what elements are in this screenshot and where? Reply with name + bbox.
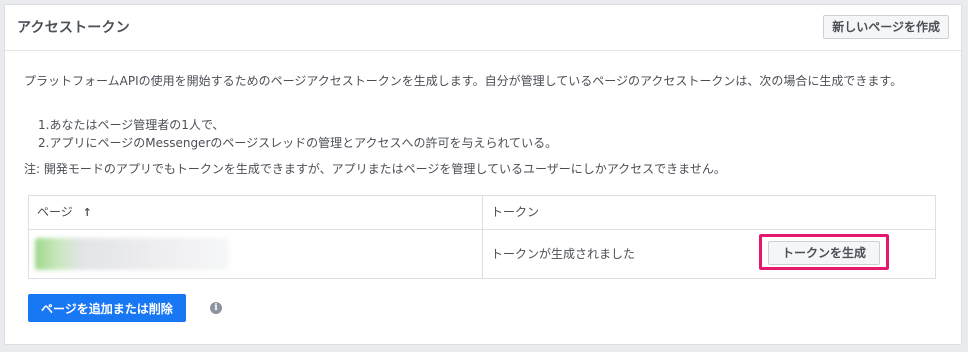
- column-header-page[interactable]: ページ ↑: [29, 196, 483, 229]
- add-remove-pages-button[interactable]: ページを追加または削除: [28, 294, 186, 322]
- highlight-annotation: トークンを生成: [759, 234, 889, 270]
- pages-token-table: ページ ↑ トークン トークンが生成されました トークンを生成: [28, 195, 936, 279]
- arrow-up-icon: ↑: [82, 206, 92, 219]
- panel-header: アクセストークン 新しいページを作成: [5, 5, 961, 51]
- page-cell: [29, 230, 483, 278]
- requirements-list: 1.あなたはページ管理者の1人で、 2.アプリにページのMessengerのペー…: [38, 116, 557, 152]
- note-text: 注: 開発モードのアプリでもトークンを生成できますが、アプリまたはページを管理し…: [24, 162, 726, 176]
- column-header-page-label: ページ: [37, 205, 73, 219]
- create-new-page-button[interactable]: 新しいページを作成: [823, 15, 949, 39]
- description-text: プラットフォームAPIの使用を開始するためのページアクセストークンを生成します。…: [24, 74, 903, 88]
- token-status: トークンが生成されました: [491, 247, 636, 261]
- table-header-row: ページ ↑ トークン: [29, 196, 935, 230]
- column-header-token: トークン: [491, 205, 540, 219]
- page-name-blurred: [35, 238, 229, 270]
- generate-token-button[interactable]: トークンを生成: [768, 241, 880, 265]
- requirement-item: 1.あなたはページ管理者の1人で、: [38, 118, 225, 132]
- panel-title: アクセストークン: [17, 20, 130, 36]
- table-row: トークンが生成されました トークンを生成: [29, 230, 935, 278]
- requirement-item: 2.アプリにページのMessengerのページスレッドの管理とアクセスへの許可を…: [38, 136, 558, 150]
- info-icon[interactable]: i: [210, 302, 222, 314]
